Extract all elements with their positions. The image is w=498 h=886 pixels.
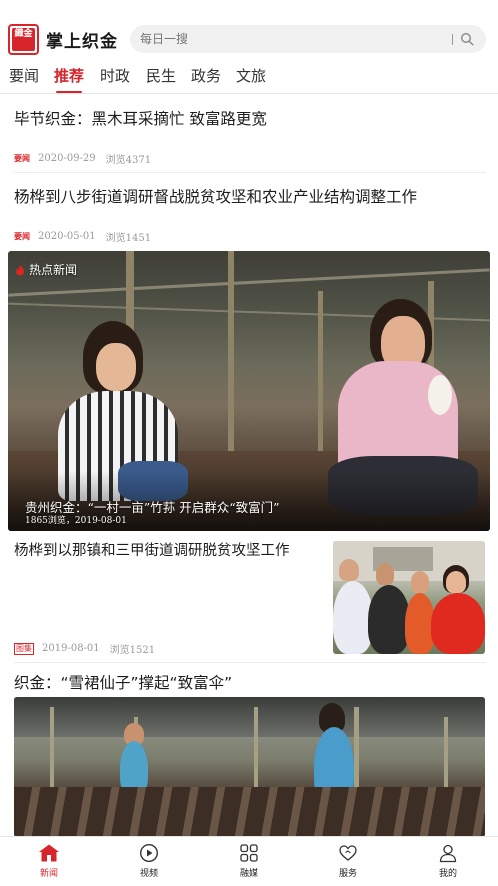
article-date: 2020-05-01 <box>38 231 96 242</box>
news-item[interactable]: 毕节织金：黑木耳采摘忙 致富路更宽 <box>14 108 267 130</box>
article-image[interactable] <box>14 697 485 837</box>
app-logo: 織金 <box>8 24 39 55</box>
search-divider <box>452 34 453 45</box>
news-item[interactable]: 织金：“雪裙仙子”撑起“致富伞” <box>14 672 232 694</box>
featured-meta: 1865浏览，2019-08-01 <box>25 516 127 526</box>
news-item-with-image[interactable]: 杨桦到以那镇和三甲街道调研脱贫攻坚工作 <box>14 540 314 562</box>
article-tag: 要闻 <box>14 154 30 163</box>
category-tabs: 要闻 推荐 时政 民生 政务 文旅 <box>0 64 498 94</box>
tab-shizheng[interactable]: 时政 <box>100 64 130 88</box>
featured-news-card[interactable]: 热点新闻 贵州织金：“一村一亩”竹荪 开启群众“致富门” 1865浏览，2019… <box>8 251 490 531</box>
article-meta: 要闻 2020-09-29 浏览4371 <box>14 151 151 166</box>
nav-label: 服务 <box>338 869 357 879</box>
user-icon[interactable] <box>438 843 458 863</box>
article-views: 浏览1521 <box>109 645 156 656</box>
tab-minsheng[interactable]: 民生 <box>146 64 176 88</box>
article-meta: 图集 2019-08-01 浏览1521 <box>14 641 155 656</box>
news-item[interactable]: 杨桦到八步街道调研督战脱贫攻坚和农业产业结构调整工作 <box>14 186 417 208</box>
article-title[interactable]: 毕节织金：黑木耳采摘忙 致富路更宽 <box>14 108 267 130</box>
tab-yaowen[interactable]: 要闻 <box>9 64 39 88</box>
tab-tuijian[interactable]: 推荐 <box>54 64 84 88</box>
article-views: 浏览1451 <box>105 233 152 244</box>
featured-views: 1865浏览 <box>25 516 66 526</box>
featured-date: 2019-08-01 <box>74 516 127 526</box>
nav-me[interactable]: 我的 <box>418 843 478 879</box>
search-bar[interactable] <box>130 25 486 53</box>
article-thumbnail[interactable] <box>333 541 485 654</box>
nav-label: 新闻 <box>39 869 58 879</box>
bottom-nav: 新闻 视频 融媒 服务 我的 <box>0 836 498 886</box>
nav-label: 视频 <box>139 869 158 879</box>
tab-zhengwu[interactable]: 政务 <box>191 64 221 88</box>
divider <box>14 172 486 173</box>
search-icon[interactable] <box>460 32 474 46</box>
article-tag: 要闻 <box>14 232 30 241</box>
hot-news-badge: 热点新闻 <box>14 261 77 278</box>
divider <box>14 662 486 663</box>
tab-wenlv[interactable]: 文旅 <box>236 64 266 88</box>
active-tab-indicator <box>56 91 82 93</box>
app-title: 掌上织金 <box>46 32 118 52</box>
article-title[interactable]: 杨桦到八步街道调研督战脱贫攻坚和农业产业结构调整工作 <box>14 186 417 208</box>
article-title[interactable]: 织金：“雪裙仙子”撑起“致富伞” <box>14 672 232 694</box>
hot-news-label: 热点新闻 <box>29 263 78 277</box>
article-views: 浏览4371 <box>105 155 152 166</box>
article-date: 2020-09-29 <box>38 153 96 164</box>
article-meta: 要闻 2020-05-01 浏览1451 <box>14 229 151 244</box>
article-title[interactable]: 杨桦到以那镇和三甲街道调研脱贫攻坚工作 <box>14 540 314 562</box>
nav-media[interactable]: 融媒 <box>219 843 279 879</box>
article-date: 2019-08-01 <box>42 643 100 654</box>
heart-icon[interactable] <box>338 843 358 863</box>
nav-label: 我的 <box>438 869 457 879</box>
article-tag: 图集 <box>14 642 34 655</box>
nav-video[interactable]: 视频 <box>119 843 179 879</box>
search-input[interactable] <box>140 25 440 53</box>
nav-service[interactable]: 服务 <box>318 843 378 879</box>
nav-label: 融媒 <box>239 869 258 879</box>
play-icon[interactable] <box>139 843 159 863</box>
app-header: 織金 掌上织金 <box>0 22 498 58</box>
nav-news[interactable]: 新闻 <box>19 843 79 879</box>
home-icon[interactable] <box>38 843 60 863</box>
flame-icon <box>16 264 24 275</box>
logo-mark: 織金 <box>12 28 35 51</box>
grid-icon[interactable] <box>239 843 259 863</box>
